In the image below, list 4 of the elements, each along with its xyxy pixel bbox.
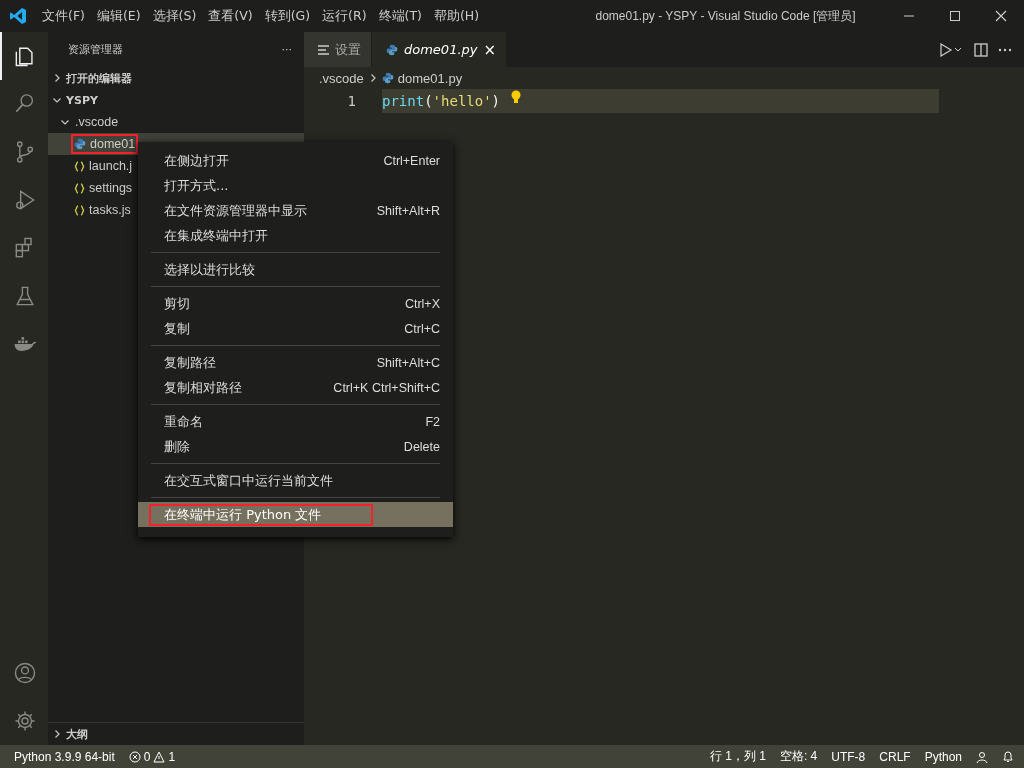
line-number: 1 bbox=[346, 93, 356, 109]
window-title: dome01.py - YSPY - Visual Studio Code [管理员] bbox=[594, 7, 857, 25]
sidebar-title: 资源管理器 bbox=[68, 42, 123, 57]
code-line: print('hello') bbox=[382, 93, 501, 109]
